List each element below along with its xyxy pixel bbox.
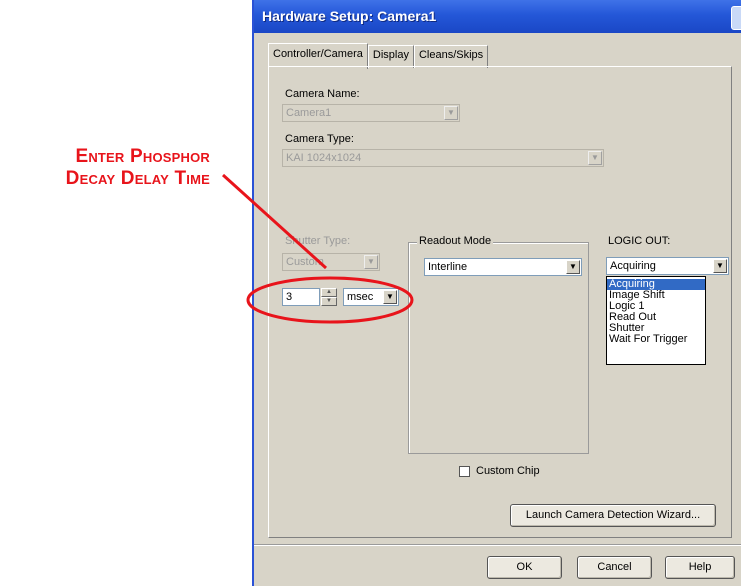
chevron-down-icon[interactable]: ▼ [566,260,580,274]
camera-name-value: Camera1 [286,107,332,119]
ok-button[interactable]: OK [487,556,562,579]
delay-time-spinner[interactable]: ▲ ▼ [321,288,337,306]
delay-time-value: 3 [286,291,293,303]
camera-name-select: Camera1 ▼ [282,104,460,122]
annotation-line-2: Decay Delay Time [65,168,210,189]
chevron-down-icon[interactable]: ▼ [383,290,397,304]
cancel-button[interactable]: Cancel [577,556,652,579]
help-button[interactable]: Help [665,556,735,579]
launch-camera-detection-wizard-button[interactable]: Launch Camera Detection Wizard... [510,504,716,527]
camera-type-select: KAI 1024x1024 ▼ [282,149,604,167]
custom-chip-checkbox[interactable] [459,466,470,477]
tab-cleans-skips[interactable]: Cleans/Skips [413,45,489,68]
readout-mode-select[interactable]: Interline ▼ [424,258,582,276]
hardware-setup-dialog: Hardware Setup: Camera1 Controller/Camer… [252,0,741,586]
camera-type-label: Camera Type: [285,133,354,145]
chevron-down-icon: ▼ [364,255,378,269]
custom-chip-label[interactable]: Custom Chip [476,465,540,477]
chevron-down-icon[interactable]: ▼ [713,259,727,273]
title-bar[interactable]: Hardware Setup: Camera1 [254,0,741,33]
delay-time-input[interactable]: 3 [282,288,320,306]
logic-out-label: LOGIC OUT: [608,235,671,247]
logic-out-value: Acquiring [610,260,656,272]
close-button[interactable] [731,6,741,30]
logic-out-option[interactable]: Wait For Trigger [607,334,705,345]
footer-divider [254,544,741,546]
shutter-type-label: Shutter Type: [285,235,351,247]
logic-out-dropdown-list[interactable]: Acquiring Image Shift Logic 1 Read Out S… [606,276,706,365]
chevron-down-icon: ▼ [444,106,458,120]
window-title: Hardware Setup: Camera1 [262,8,437,24]
delay-unit-select[interactable]: msec ▼ [343,288,399,306]
camera-type-value: KAI 1024x1024 [286,152,362,164]
chevron-down-icon: ▼ [588,151,602,165]
spin-down-icon[interactable]: ▼ [321,297,337,306]
delay-unit-value: msec [347,291,374,303]
logic-out-select[interactable]: Acquiring ▼ [606,257,729,275]
readout-mode-label: Readout Mode [417,235,494,247]
shutter-type-value: Custom [286,256,324,268]
shutter-type-select: Custom ▼ [282,253,380,271]
camera-name-label: Camera Name: [285,88,360,100]
spin-up-icon[interactable]: ▲ [321,288,337,297]
tab-display[interactable]: Display [367,45,414,68]
tab-strip: Controller/Camera Display Cleans/Skips [268,43,489,69]
readout-mode-value: Interline [428,261,468,273]
annotation-line-1: Enter Phosphor [75,146,210,167]
annotation-label: Enter Phosphor Decay Delay Time [0,146,210,190]
